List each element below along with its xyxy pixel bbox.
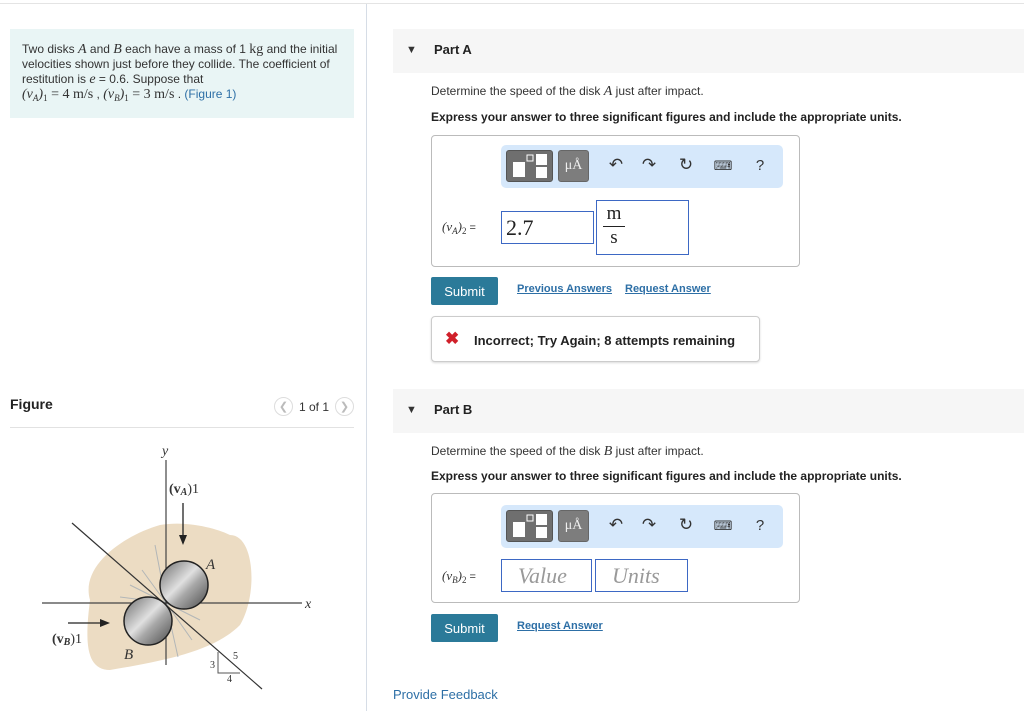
fraction-template-icon <box>513 514 547 538</box>
keyboard-icon[interactable]: ⌨ <box>712 518 734 534</box>
figure-pager: ❮ 1 of 1 ❯ <box>273 397 354 416</box>
math-vb1: (vB)1 <box>103 87 129 103</box>
part-b-label: Part B <box>434 402 473 417</box>
part-a-instruction: Express your answer to three significant… <box>431 110 902 124</box>
disk-b-label: B <box>124 647 133 663</box>
figure-header: Figure ❮ 1 of 1 ❯ <box>10 394 354 428</box>
undo-icon[interactable]: ↶ <box>605 515 627 535</box>
separator: . <box>174 87 185 101</box>
math-disk-b: B <box>113 42 122 57</box>
separator: , <box>93 87 104 101</box>
part-a-request-answer-link[interactable]: Request Answer <box>625 283 711 295</box>
part-a-toolbar: μÅ ↶ ↷ ↻ ⌨ ? <box>501 145 783 188</box>
part-a-label: Part A <box>434 42 472 57</box>
part-b-eq-label: (vB)2 = <box>442 568 476 585</box>
vb1-label: (vB)1 <box>52 632 82 648</box>
vb1-value: = 3 m/s <box>128 87 175 102</box>
part-b-units-input[interactable]: Units <box>595 559 688 592</box>
part-a-question: Determine the speed of the disk A just a… <box>431 84 704 99</box>
reset-icon[interactable]: ↻ <box>675 155 697 175</box>
math-va1: (vA)1 <box>22 87 48 103</box>
templates-button[interactable] <box>506 510 553 542</box>
redo-icon[interactable]: ↷ <box>638 155 660 175</box>
unit-numerator: m <box>606 203 622 224</box>
help-button[interactable]: ? <box>749 157 771 174</box>
figure-link[interactable]: (Figure 1) <box>184 87 236 101</box>
part-a-answer-box: μÅ ↶ ↷ ↻ ⌨ ? (vA)2 = 2.7 m s <box>431 135 800 267</box>
math-kg: kg <box>249 42 264 57</box>
problem-text: = 0.6. Suppose that <box>95 72 204 86</box>
keyboard-icon[interactable]: ⌨ <box>712 158 734 174</box>
previous-answers-link[interactable]: Previous Answers <box>517 283 612 295</box>
x-label: x <box>304 597 312 612</box>
units-button[interactable]: μÅ <box>558 150 589 182</box>
part-b-value-input[interactable]: Value <box>501 559 592 592</box>
pager-text: 1 of 1 <box>298 399 329 414</box>
part-b-toolbar: μÅ ↶ ↷ ↻ ⌨ ? <box>501 505 783 548</box>
part-a-submit-button[interactable]: Submit <box>431 277 498 305</box>
units-fraction: m s <box>603 203 625 248</box>
part-a-units-input[interactable]: m s <box>596 200 689 255</box>
chevron-right-icon[interactable]: ❯ <box>335 397 354 416</box>
disk-a-label: A <box>205 557 216 573</box>
problem-text: Two disks <box>22 42 79 56</box>
reset-icon[interactable]: ↻ <box>675 515 697 535</box>
problem-text: each have a mass of 1 <box>121 42 250 56</box>
templates-button[interactable] <box>506 150 553 182</box>
slope-5-label: 5 <box>233 651 238 662</box>
problem-text: and <box>86 42 114 56</box>
disk-a <box>159 560 209 610</box>
problem-statement: Two disks A and B each have a mass of 1 … <box>10 29 354 118</box>
provide-feedback-link[interactable]: Provide Feedback <box>393 687 498 702</box>
slope-3-label: 3 <box>210 660 215 671</box>
help-button[interactable]: ? <box>749 517 771 534</box>
unit-denominator: s <box>610 227 618 248</box>
part-b-answer-box: μÅ ↶ ↷ ↻ ⌨ ? (vB)2 = Value Units <box>431 493 800 603</box>
collapse-triangle-icon: ▼ <box>406 44 417 56</box>
part-b-request-answer-link[interactable]: Request Answer <box>517 620 603 632</box>
collision-figure: y x (vA)1 (vB)1 A B 3 4 5 <box>42 444 312 690</box>
part-a-eq-label: (vA)2 = <box>442 219 476 236</box>
part-b-submit-button[interactable]: Submit <box>431 614 498 642</box>
chevron-left-icon[interactable]: ❮ <box>273 397 293 416</box>
units-button[interactable]: μÅ <box>558 510 589 542</box>
va1-label: (vA)1 <box>169 482 199 498</box>
part-b-question: Determine the speed of the disk B just a… <box>431 444 704 459</box>
slope-4-label: 4 <box>227 674 232 685</box>
part-b-instruction: Express your answer to three significant… <box>431 469 902 483</box>
redo-icon[interactable]: ↷ <box>638 515 660 535</box>
part-a-value-input[interactable]: 2.7 <box>501 211 594 244</box>
fraction-template-icon <box>513 154 547 178</box>
figure-title: Figure <box>10 396 53 412</box>
incorrect-feedback: ✖ Incorrect; Try Again; 8 attempts remai… <box>431 316 760 362</box>
math-disk-a: A <box>78 42 87 57</box>
va1-value: = 4 m/s <box>47 87 94 102</box>
collapse-triangle-icon: ▼ <box>406 404 417 416</box>
part-b-header[interactable]: ▼ Part B <box>393 389 1024 433</box>
feedback-message: Incorrect; Try Again; 8 attempts remaini… <box>474 333 736 348</box>
undo-icon[interactable]: ↶ <box>605 155 627 175</box>
y-label: y <box>160 444 169 459</box>
error-x-icon: ✖ <box>445 329 460 348</box>
right-pane: ▼ Part A Determine the speed of the disk… <box>367 4 1024 711</box>
part-a-header[interactable]: ▼ Part A <box>393 29 1024 73</box>
disk-b <box>123 596 173 646</box>
